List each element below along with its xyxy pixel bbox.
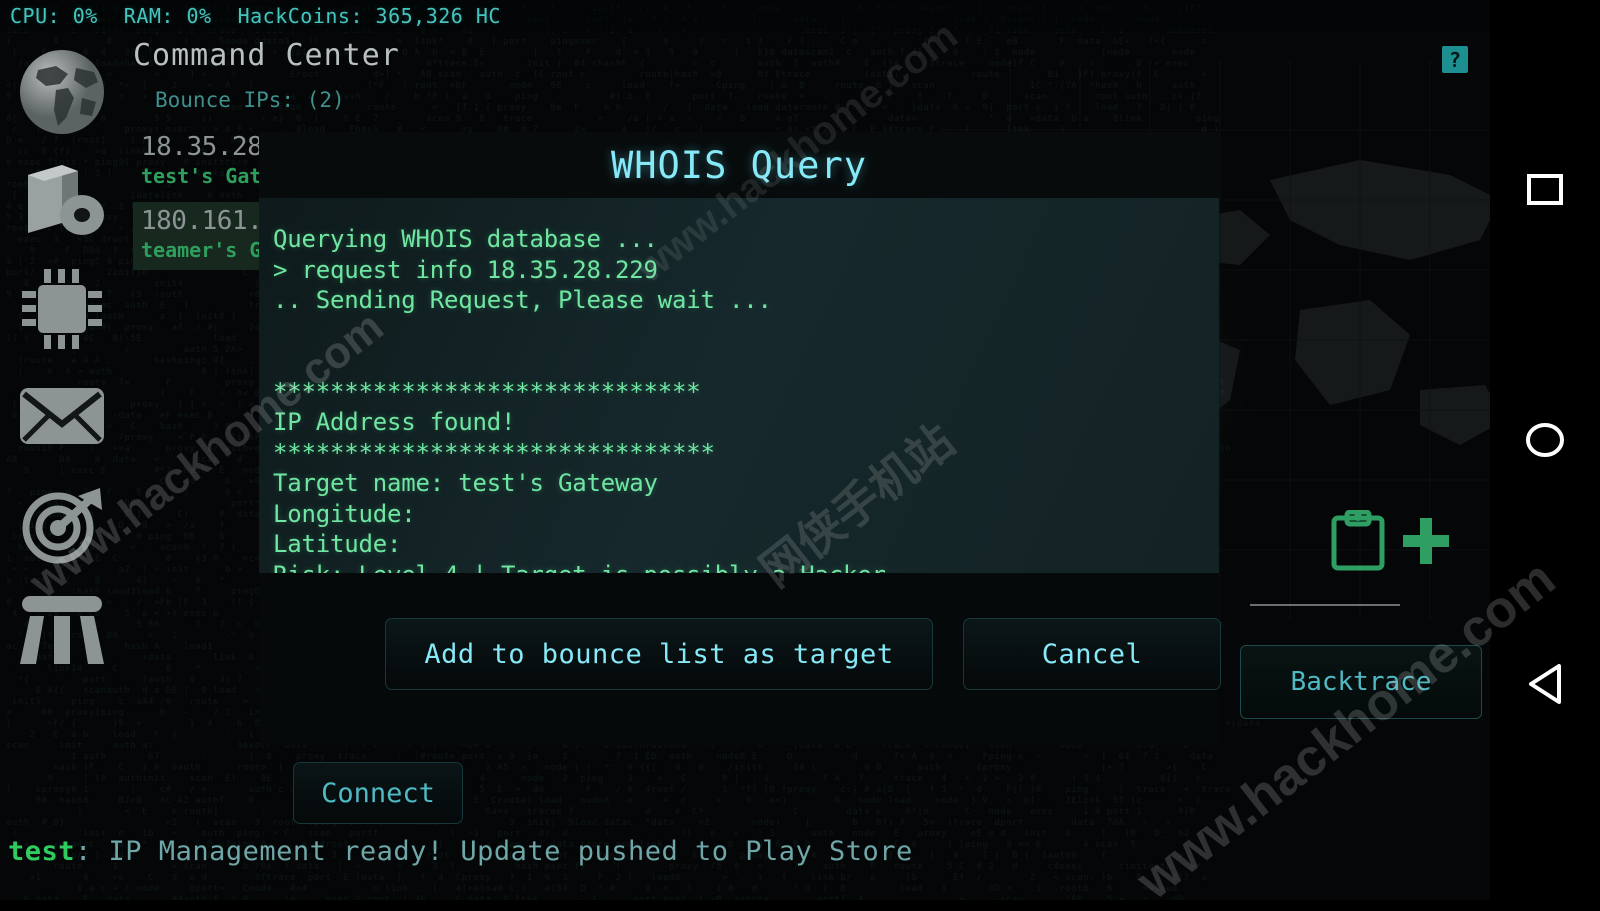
software-icon (16, 157, 108, 243)
bounce-ip-list: 18.35.28 test's Gate 180.161. teamer's G (133, 128, 275, 276)
whois-query-dialog: WHOIS Query Querying WHOIS database ... … (259, 132, 1219, 745)
whois-terminal-output: Querying WHOIS database ... > request in… (259, 198, 1219, 573)
hackcoins-status: HackCoins: 365,326 HC (238, 4, 501, 28)
chat-status-line: test: IP Management ready! Update pushed… (8, 836, 913, 867)
bounce-ips-label: Bounce IPs: (2) (155, 88, 345, 112)
sidebar-item-world-map[interactable] (10, 40, 114, 144)
bounce-ip-row-0[interactable]: 18.35.28 test's Gate (133, 128, 275, 196)
section-divider (1250, 604, 1400, 606)
cpu-chip-icon (16, 263, 108, 353)
backtrace-button[interactable]: Backtrace (1240, 645, 1482, 719)
sidebar-item-mail[interactable] (10, 364, 114, 468)
ram-status: RAM: 0% (124, 4, 212, 28)
home-circle-icon (1523, 420, 1567, 464)
sidebar-item-hardware[interactable] (10, 256, 114, 360)
bounce-ip-owner: test's Gate (141, 164, 269, 188)
recents-square-icon (1525, 170, 1565, 214)
sidebar-item-bank[interactable] (10, 580, 114, 684)
chat-username: test (8, 836, 75, 867)
plus-icon[interactable] (1400, 515, 1452, 571)
help-icon[interactable]: ? (1442, 46, 1468, 73)
top-status-bar: CPU: 0% RAM: 0% HackCoins: 365,326 HC (0, 0, 1600, 32)
bounce-ip-owner: teamer's G (141, 238, 269, 262)
cancel-button[interactable]: Cancel (963, 618, 1221, 690)
cpu-status: CPU: 0% (10, 4, 98, 28)
dialog-title: WHOIS Query (259, 132, 1219, 198)
sidebar-item-missions[interactable] (10, 472, 114, 576)
clipboard-icon[interactable] (1330, 510, 1386, 576)
globe-icon (16, 46, 108, 138)
android-navigation-bar (1490, 0, 1600, 900)
recents-button[interactable] (1490, 170, 1600, 214)
mail-icon (16, 382, 108, 450)
chat-message: : IP Management ready! Update pushed to … (75, 836, 913, 867)
sidebar-item-software[interactable] (10, 148, 114, 252)
bounce-ip-row-1[interactable]: 180.161. teamer's G (133, 202, 275, 270)
ip-actions-group (1330, 510, 1452, 576)
add-to-bounce-list-button[interactable]: Add to bounce list as target (385, 618, 933, 690)
sidebar-icon-rail (10, 40, 120, 688)
bounce-ip-address: 18.35.28 (141, 132, 269, 162)
back-triangle-icon (1523, 660, 1567, 712)
target-icon (16, 480, 108, 568)
back-button[interactable] (1490, 660, 1600, 712)
connect-button[interactable]: Connect (293, 762, 463, 824)
page-title: Command Center (133, 38, 400, 73)
terminal-text: Querying WHOIS database ... > request in… (273, 224, 1219, 573)
home-button[interactable] (1490, 420, 1600, 464)
dialog-actions: Add to bounce list as target Cancel (259, 573, 1219, 745)
bounce-ip-address: 180.161. (141, 206, 269, 236)
bank-icon (16, 592, 108, 672)
